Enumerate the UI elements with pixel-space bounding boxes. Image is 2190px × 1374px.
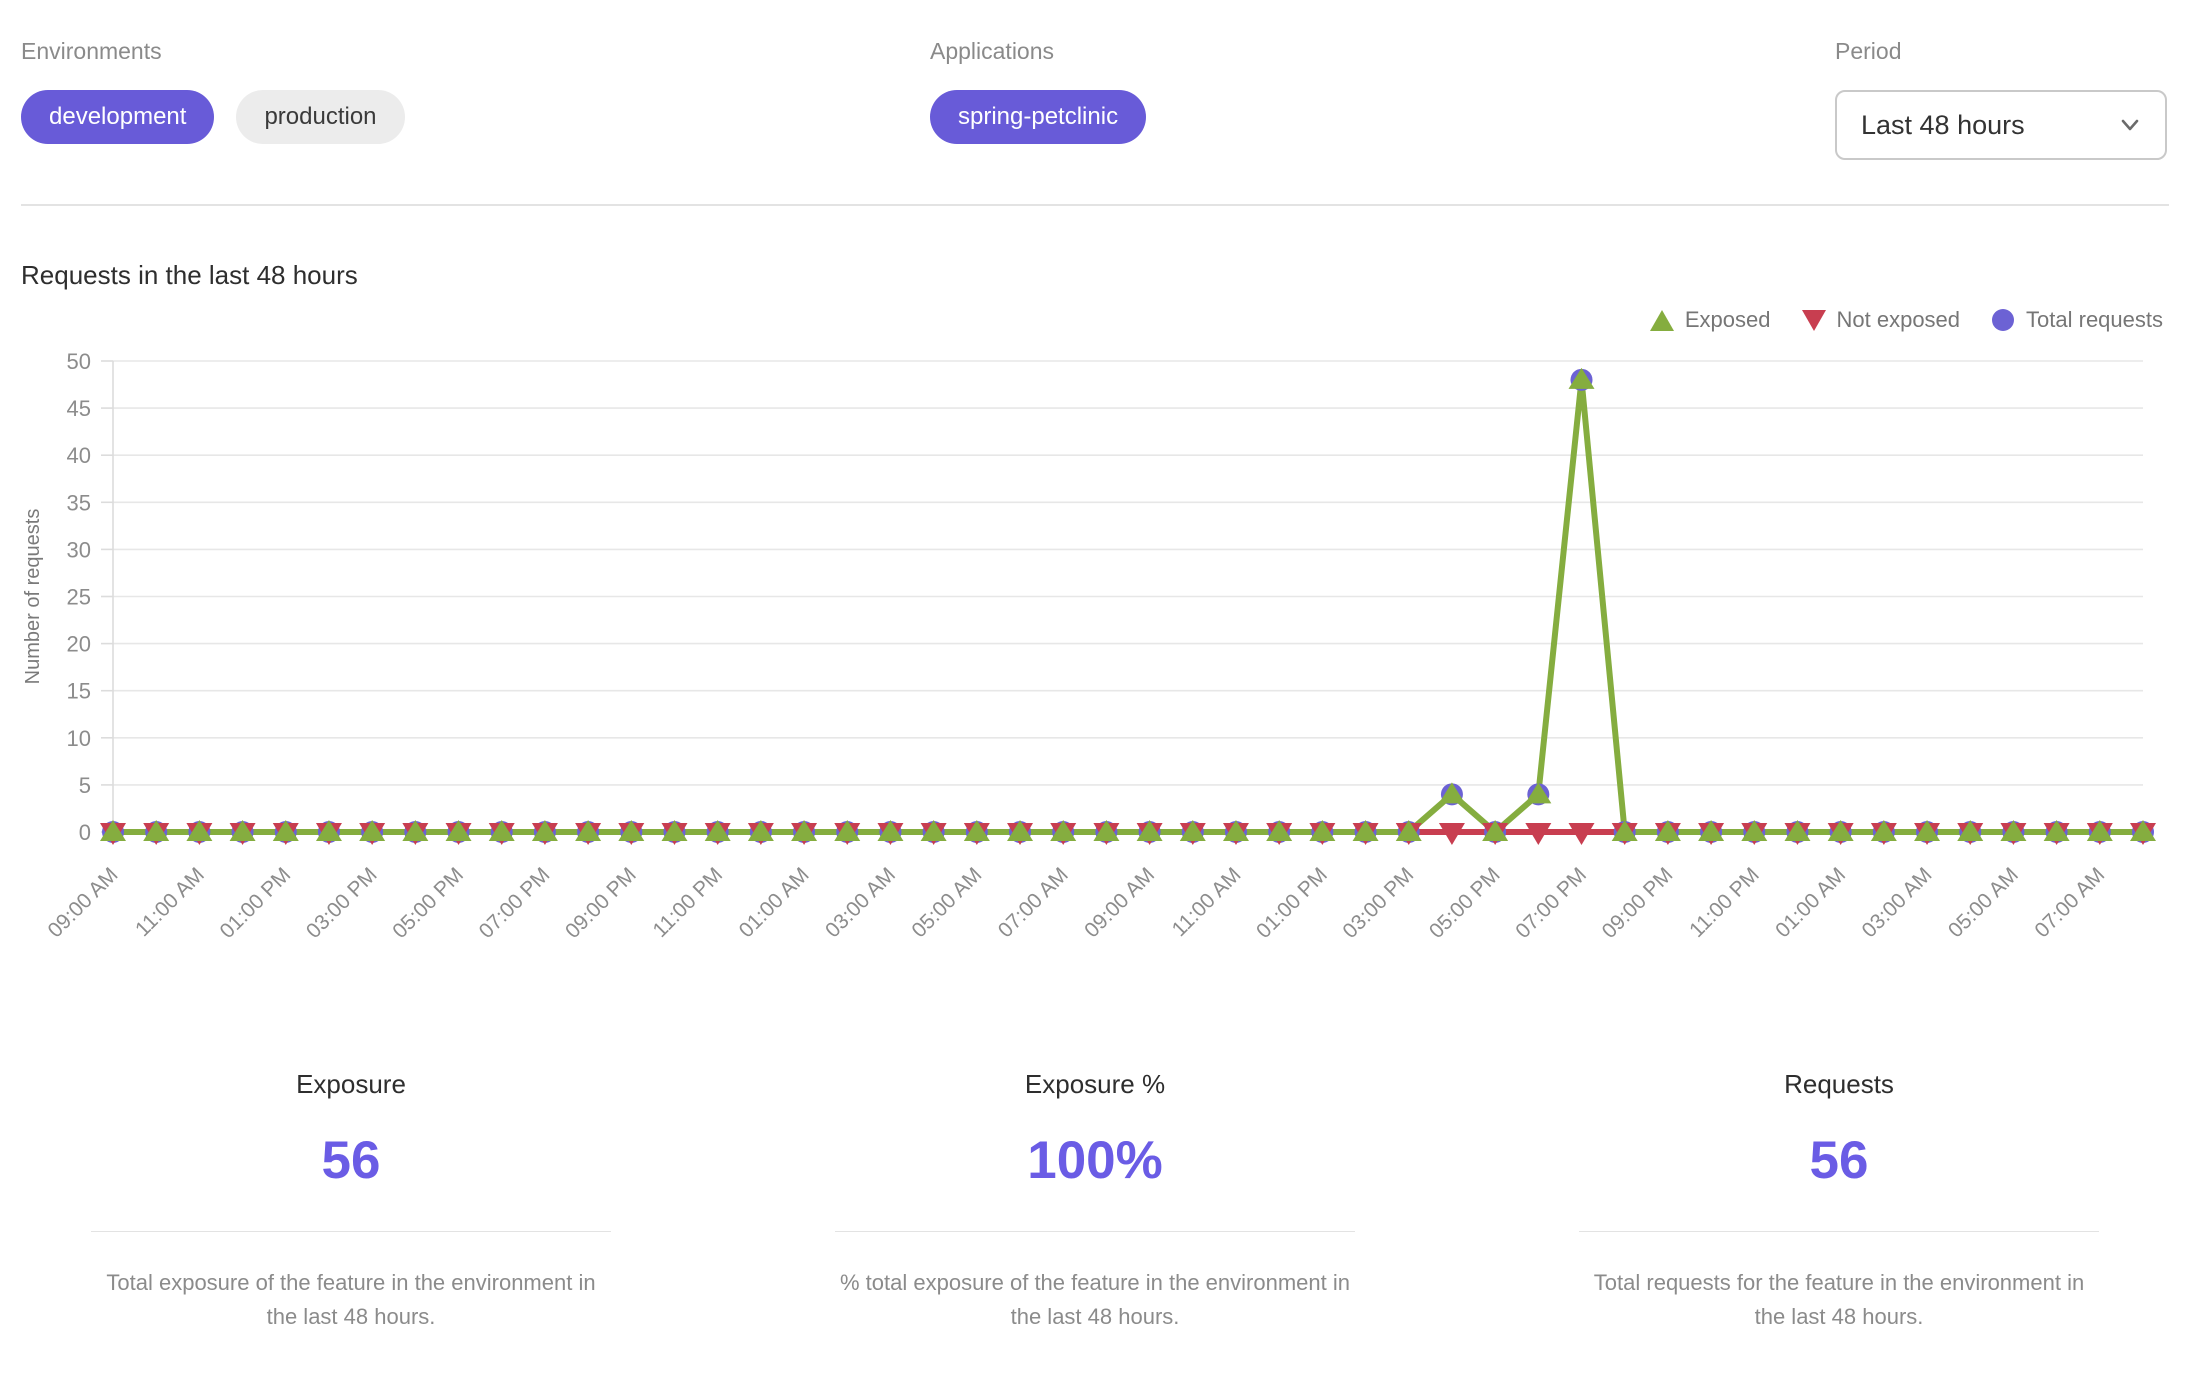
svg-text:45: 45 [67, 396, 91, 421]
svg-text:05:00 AM: 05:00 AM [907, 863, 986, 942]
applications-label: Applications [930, 38, 1835, 65]
metric-card-requests: Requests 56 Total requests for the feature… [1579, 1069, 2099, 1334]
svg-text:11:00 AM: 11:00 AM [131, 863, 209, 941]
svg-text:03:00 PM: 03:00 PM [302, 863, 382, 943]
svg-text:09:00 AM: 09:00 AM [44, 863, 123, 942]
chevron-down-icon [2115, 110, 2145, 140]
svg-text:05:00 AM: 05:00 AM [1944, 863, 2023, 942]
metric-title: Requests [1579, 1069, 2099, 1100]
legend-label: Total requests [2026, 307, 2163, 333]
svg-text:09:00 PM: 09:00 PM [1598, 863, 1678, 943]
svg-text:05:00 PM: 05:00 PM [388, 863, 468, 943]
environments-filter: Environments development production [21, 24, 930, 144]
x-axis-labels: 09:00 AM11:00 AM01:00 PM03:00 PM05:00 PM… [44, 863, 2110, 943]
metric-title: Exposure % [835, 1069, 1355, 1100]
metric-title: Exposure [91, 1069, 611, 1100]
svg-text:11:00 PM: 11:00 PM [1685, 863, 1764, 942]
applications-pills: spring-petclinic [930, 90, 1835, 144]
chart-title: Requests in the last 48 hours [21, 260, 2169, 291]
metric-value: 100% [835, 1130, 1355, 1191]
circle-icon [1990, 308, 2016, 332]
svg-text:09:00 PM: 09:00 PM [561, 863, 641, 943]
svg-text:01:00 AM: 01:00 AM [735, 863, 814, 942]
metric-divider [91, 1231, 611, 1232]
period-label: Period [1835, 38, 2169, 65]
metric-description: Total exposure of the feature in the env… [91, 1266, 611, 1334]
y-axis-title: Number of requests [22, 509, 44, 685]
series-exposed-line [113, 380, 2143, 832]
section-divider [21, 204, 2169, 206]
environments-label: Environments [21, 38, 930, 65]
series-total-requests-markers [102, 369, 2154, 843]
y-axis: 0 5 10 15 20 25 30 35 40 45 50 [67, 349, 113, 845]
svg-text:07:00 AM: 07:00 AM [994, 863, 1073, 942]
metric-divider [835, 1231, 1355, 1232]
svg-text:03:00 PM: 03:00 PM [1338, 863, 1418, 943]
environment-pill-development[interactable]: development [21, 90, 214, 144]
chart-legend: Exposed Not exposed Total requests [21, 307, 2163, 333]
legend-item-triangle-down[interactable]: Not exposed [1801, 307, 1961, 333]
svg-text:35: 35 [67, 490, 91, 515]
period-select[interactable]: Last 48 hours [1835, 90, 2167, 160]
environments-pills: development production [21, 90, 930, 144]
legend-item-circle[interactable]: Total requests [1990, 307, 2163, 333]
application-pill-spring-petclinic[interactable]: spring-petclinic [930, 90, 1146, 144]
svg-text:11:00 PM: 11:00 PM [648, 863, 727, 942]
metric-value: 56 [1579, 1130, 2099, 1191]
svg-text:03:00 AM: 03:00 AM [821, 863, 900, 942]
svg-text:15: 15 [67, 679, 91, 704]
svg-text:09:00 AM: 09:00 AM [1080, 863, 1159, 942]
svg-text:07:00 PM: 07:00 PM [1511, 863, 1591, 943]
metric-card-exposure: Exposure 56 Total exposure of the feature … [91, 1069, 611, 1334]
grid-lines [113, 361, 2143, 832]
svg-text:07:00 PM: 07:00 PM [475, 863, 555, 943]
series-exposed-markers [100, 368, 2156, 841]
metric-card-exposure: Exposure % 100% % total exposure of the fe… [835, 1069, 1355, 1334]
legend-label: Not exposed [1837, 307, 1961, 333]
metric-value: 56 [91, 1130, 611, 1191]
filter-bar: Environments development production Appli… [21, 24, 2169, 160]
period-select-value: Last 48 hours [1861, 110, 2025, 141]
legend-item-triangle-up[interactable]: Exposed [1649, 307, 1771, 333]
period-filter: Period Last 48 hours [1835, 24, 2169, 160]
svg-text:11:00 AM: 11:00 AM [1168, 863, 1246, 941]
svg-text:30: 30 [67, 537, 91, 562]
metric-description: % total exposure of the feature in the e… [835, 1266, 1355, 1334]
svg-text:0: 0 [79, 820, 91, 845]
svg-text:20: 20 [67, 632, 91, 657]
svg-text:50: 50 [67, 349, 91, 374]
svg-text:01:00 AM: 01:00 AM [1771, 863, 1850, 942]
legend-label: Exposed [1685, 307, 1771, 333]
svg-text:03:00 AM: 03:00 AM [1858, 863, 1937, 942]
triangle-up-icon [1649, 308, 1675, 332]
metric-description: Total requests for the feature in the en… [1579, 1266, 2099, 1334]
svg-text:40: 40 [67, 443, 91, 468]
metric-cards: Exposure 56 Total exposure of the feature … [21, 1069, 2169, 1334]
requests-chart: 0 5 10 15 20 25 30 35 40 45 50 Number of requests 09… [21, 335, 2169, 991]
dashboard-page: Environments development production Appli… [0, 0, 2190, 1374]
triangle-down-icon [1801, 308, 1827, 332]
svg-text:07:00 AM: 07:00 AM [2030, 863, 2109, 942]
metric-divider [1579, 1231, 2099, 1232]
svg-text:05:00 PM: 05:00 PM [1425, 863, 1505, 943]
svg-text:10: 10 [67, 726, 91, 751]
environment-pill-production[interactable]: production [236, 90, 404, 144]
applications-filter: Applications spring-petclinic [930, 24, 1835, 144]
svg-text:01:00 PM: 01:00 PM [215, 863, 295, 943]
svg-text:25: 25 [67, 585, 91, 610]
svg-text:01:00 PM: 01:00 PM [1252, 863, 1332, 943]
svg-text:5: 5 [79, 773, 91, 798]
